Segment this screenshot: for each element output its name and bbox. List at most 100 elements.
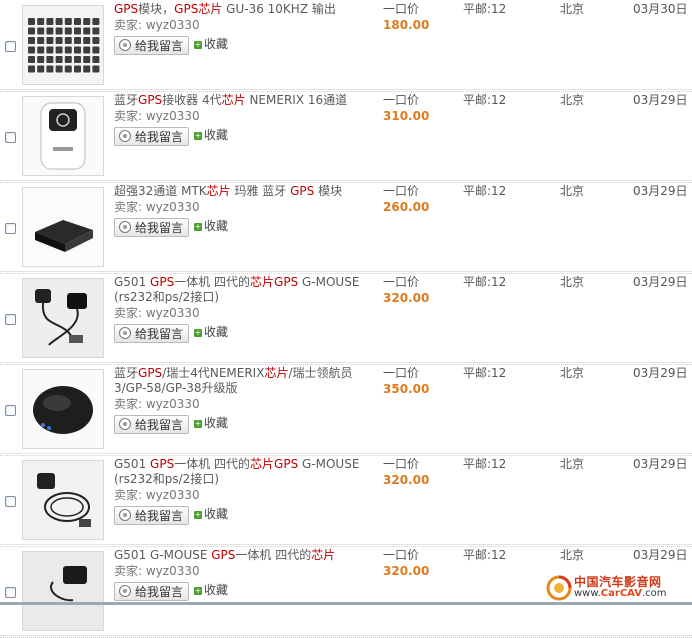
favorite-link[interactable]: + 收藏 <box>194 325 228 340</box>
seller-label: 卖家: wyz0330 <box>114 397 200 411</box>
product-thumbnail[interactable] <box>22 5 104 85</box>
location: 北京 <box>560 457 585 471</box>
leave-message-button[interactable]: 给我留言 <box>114 36 189 55</box>
shipping-fee: 平邮:12 <box>463 275 507 289</box>
price-type: 一口价 <box>383 184 420 198</box>
product-thumbnail[interactable] <box>22 369 104 449</box>
listing-date: 03月29日 <box>633 184 688 198</box>
location: 北京 <box>560 548 585 562</box>
product-title-link[interactable]: 蓝牙GPS/瑞士4代NEMERIX芯片/瑞士领航员3/GP-58/GP-38升级… <box>114 366 376 396</box>
product-title-link[interactable]: GPS模块，GPS芯片 GU-36 10KHZ 输出 <box>114 2 376 17</box>
plus-icon: + <box>194 510 202 519</box>
location: 北京 <box>560 184 585 198</box>
message-icon <box>119 39 131 51</box>
product-title-link[interactable]: G501 GPS一体机 四代的芯片GPS G-MOUSE (rs232和ps/2… <box>114 457 376 487</box>
message-icon <box>119 130 131 142</box>
product-thumbnail[interactable] <box>22 460 104 540</box>
price-type: 一口价 <box>383 457 420 471</box>
table-row: G501 GPS一体机 四代的芯片GPS G-MOUSE (rs232和ps/2… <box>0 273 692 365</box>
product-title-link[interactable]: 超强32通道 MTK芯片 玛雅 蓝牙 GPS 模块 <box>114 184 376 199</box>
price-type: 一口价 <box>383 2 420 16</box>
seller-label: 卖家: wyz0330 <box>114 18 200 32</box>
message-icon <box>119 509 131 521</box>
listing-date: 03月29日 <box>633 93 688 107</box>
favorite-link[interactable]: + 收藏 <box>194 416 228 431</box>
message-icon <box>119 585 131 597</box>
select-checkbox[interactable] <box>5 496 16 507</box>
plus-icon: + <box>194 222 202 231</box>
product-title-link[interactable]: G501 GPS一体机 四代的芯片GPS G-MOUSE (rs232和ps/2… <box>114 275 376 305</box>
table-row: 超强32通道 MTK芯片 玛雅 蓝牙 GPS 模块 卖家: wyz0330 给我留言… <box>0 182 692 274</box>
product-thumbnail[interactable] <box>22 278 104 358</box>
listing-date: 03月29日 <box>633 457 688 471</box>
shipping-fee: 平邮:12 <box>463 366 507 380</box>
price-value: 320.00 <box>383 564 430 578</box>
plus-icon: + <box>194 328 202 337</box>
favorite-link[interactable]: + 收藏 <box>194 128 228 143</box>
seller-label: 卖家: wyz0330 <box>114 200 200 214</box>
plus-icon: + <box>194 40 202 49</box>
favorite-link[interactable]: + 收藏 <box>194 583 228 598</box>
message-icon <box>119 327 131 339</box>
table-row: GPS模块，GPS芯片 GU-36 10KHZ 输出 卖家: wyz0330 给我留… <box>0 0 692 92</box>
location: 北京 <box>560 366 585 380</box>
seller-label: 卖家: wyz0330 <box>114 306 200 320</box>
favorite-link[interactable]: + 收藏 <box>194 37 228 52</box>
select-checkbox[interactable] <box>5 405 16 416</box>
leave-message-button[interactable]: 给我留言 <box>114 218 189 237</box>
price-type: 一口价 <box>383 366 420 380</box>
price-type: 一口价 <box>383 275 420 289</box>
seller-label: 卖家: wyz0330 <box>114 109 200 123</box>
shipping-fee: 平邮:12 <box>463 548 507 562</box>
leave-message-button[interactable]: 给我留言 <box>114 127 189 146</box>
shipping-fee: 平邮:12 <box>463 93 507 107</box>
select-checkbox[interactable] <box>5 314 16 325</box>
seller-label: 卖家: wyz0330 <box>114 564 200 578</box>
shipping-fee: 平邮:12 <box>463 184 507 198</box>
table-row: G501 GPS一体机 四代的芯片GPS G-MOUSE (rs232和ps/2… <box>0 455 692 547</box>
message-icon <box>119 221 131 233</box>
leave-message-button[interactable]: 给我留言 <box>114 415 189 434</box>
shipping-fee: 平邮:12 <box>463 2 507 16</box>
message-icon <box>119 418 131 430</box>
listing-date: 03月29日 <box>633 366 688 380</box>
price-value: 320.00 <box>383 473 430 487</box>
product-thumbnail[interactable] <box>22 187 104 267</box>
location: 北京 <box>560 2 585 16</box>
price-value: 350.00 <box>383 382 430 396</box>
product-title-link[interactable]: 蓝牙GPS接收器 4代芯片 NEMERIX 16通道 <box>114 93 376 108</box>
table-row: 蓝牙GPS接收器 4代芯片 NEMERIX 16通道 卖家: wyz0330 给我留… <box>0 91 692 183</box>
leave-message-button[interactable]: 给我留言 <box>114 582 189 601</box>
watermark-url: www.CarCAV.com <box>574 588 667 599</box>
listing-date: 03月29日 <box>633 275 688 289</box>
favorite-link[interactable]: + 收藏 <box>194 219 228 234</box>
price-type: 一口价 <box>383 93 420 107</box>
select-checkbox[interactable] <box>5 587 16 598</box>
select-checkbox[interactable] <box>5 41 16 52</box>
select-checkbox[interactable] <box>5 223 16 234</box>
product-title-link[interactable]: G501 G-MOUSE GPS一体机 四代的芯片 <box>114 548 376 563</box>
plus-icon: + <box>194 586 202 595</box>
site-logo-icon <box>546 575 572 601</box>
product-thumbnail[interactable] <box>22 96 104 176</box>
plus-icon: + <box>194 419 202 428</box>
listing-date: 03月29日 <box>633 548 688 562</box>
location: 北京 <box>560 93 585 107</box>
table-row: 蓝牙GPS/瑞士4代NEMERIX芯片/瑞士领航员3/GP-58/GP-38升级… <box>0 364 692 456</box>
price-type: 一口价 <box>383 548 420 562</box>
site-watermark: 中国汽车影音网 www.CarCAV.com <box>546 571 686 603</box>
plus-icon: + <box>194 131 202 140</box>
location: 北京 <box>560 275 585 289</box>
listing-date: 03月30日 <box>633 2 688 16</box>
select-checkbox[interactable] <box>5 132 16 143</box>
seller-label: 卖家: wyz0330 <box>114 488 200 502</box>
product-thumbnail[interactable] <box>22 551 104 631</box>
price-value: 320.00 <box>383 291 430 305</box>
price-value: 180.00 <box>383 18 430 32</box>
leave-message-button[interactable]: 给我留言 <box>114 324 189 343</box>
price-value: 260.00 <box>383 200 430 214</box>
leave-message-button[interactable]: 给我留言 <box>114 506 189 525</box>
favorite-link[interactable]: + 收藏 <box>194 507 228 522</box>
price-value: 310.00 <box>383 109 430 123</box>
shipping-fee: 平邮:12 <box>463 457 507 471</box>
